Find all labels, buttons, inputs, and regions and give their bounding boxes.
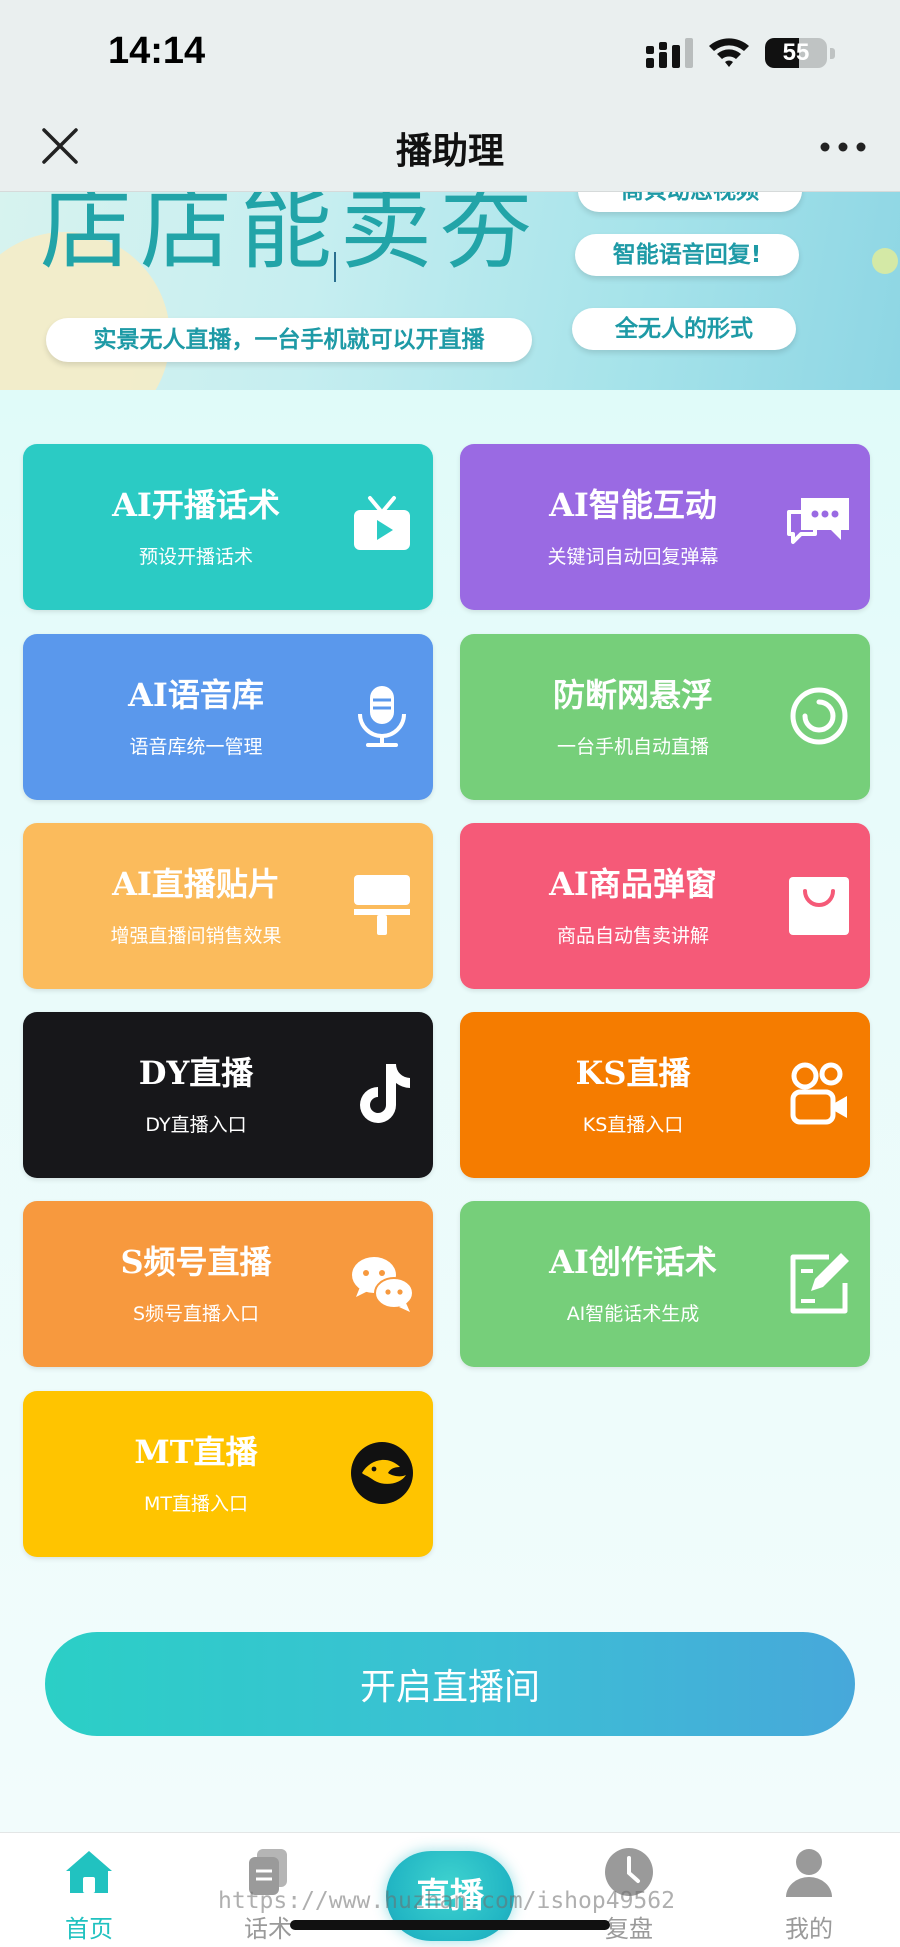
tile-anti-disconnect-float[interactable]: 防断网悬浮 一台手机自动直播 [460,634,870,800]
ring-icon [785,682,853,750]
chat-bubbles-icon [785,492,853,560]
meituan-icon [348,1439,416,1507]
tile-dy-live[interactable]: DY直播 DY直播入口 [23,1012,433,1178]
microphone-icon [348,682,416,750]
edit-note-icon [785,1249,853,1317]
home-icon [66,1851,112,1893]
tv-icon [348,492,416,560]
battery-percent: 55 [782,39,810,66]
tile-subtitle: 增强直播间销售效果 [110,925,282,947]
nav-bar: 播助理 [0,100,900,192]
wechat-icon [348,1249,416,1317]
tile-title: AI商品弹窗 [549,865,717,903]
status-bar: 14:14 55 [0,0,900,100]
shopping-bag-icon [785,871,853,939]
tile-ai-product-popup[interactable]: AI商品弹窗 商品自动售卖讲解 [460,823,870,989]
paint-roller-icon [348,871,416,939]
tile-subtitle: 语音库统一管理 [129,736,263,758]
tab-label: 首页 [65,1915,113,1943]
battery-icon: 55 [765,38,827,68]
tile-subtitle: 关键词自动回复弹幕 [547,546,719,568]
douyin-icon [348,1060,416,1128]
tile-subtitle: KS直播入口 [582,1114,684,1136]
banner-headline: 店店能卖夯 [40,192,541,282]
tab-home[interactable]: 首页 [24,1845,154,1945]
page-title: 播助理 [395,131,504,172]
tab-mine[interactable]: 我的 [744,1845,874,1945]
tile-ai-voice-library[interactable]: AI语音库 语音库统一管理 [23,634,433,800]
tile-ks-live[interactable]: KS直播 KS直播入口 [460,1012,870,1178]
user-icon [786,1849,832,1897]
tile-title: MT直播 [134,1433,258,1471]
start-live-room-button[interactable]: 开启直播间 [45,1632,855,1736]
tile-title: 防断网悬浮 [552,676,713,714]
tile-title: DY直播 [138,1054,254,1092]
tile-ai-script-writing[interactable]: AI创作话术 AI智能话术生成 [460,1201,870,1367]
home-indicator[interactable] [290,1920,610,1930]
tile-s-channel-live[interactable]: S频号直播 S频号直播入口 [23,1201,433,1367]
cellular-signal-icon [646,38,693,68]
tile-subtitle: 一台手机自动直播 [556,736,709,758]
tile-title: AI创作话术 [549,1243,717,1281]
tile-title: KS直播 [575,1054,691,1092]
banner-slogan: 实景无人直播，一台手机就可以开直播 [46,318,532,362]
banner-pill: 商貝动态视频 [578,192,802,212]
banner-pill: 全无人的形式 [572,308,796,350]
tile-title: AI开播话术 [112,486,280,524]
banner-pill: 智能语音回复! [575,234,799,276]
battery-tip [830,48,835,59]
tile-title: S频号直播 [120,1243,272,1281]
tab-label: 我的 [785,1915,833,1943]
tile-subtitle: 商品自动售卖讲解 [556,925,709,947]
tile-ai-interaction[interactable]: AI智能互动 关键词自动回复弹幕 [460,444,870,610]
tile-title: AI直播贴片 [112,865,280,903]
more-icon[interactable] [816,130,870,164]
kuaishou-icon [785,1060,853,1128]
tile-ai-live-sticker[interactable]: AI直播贴片 增强直播间销售效果 [23,823,433,989]
tile-subtitle: S频号直播入口 [132,1303,260,1325]
watermark-text: https://www.huzhan.com/ishop49562 [218,1888,675,1914]
wifi-icon [709,38,749,67]
tile-subtitle: MT直播入口 [144,1493,248,1515]
banner-decoration-dot [872,248,898,274]
tile-ai-opening-script[interactable]: AI开播话术 预设开播话术 [23,444,433,610]
status-time: 14:14 [108,30,206,72]
tile-subtitle: DY直播入口 [145,1114,247,1136]
tile-subtitle: 预设开播话术 [138,546,253,568]
promo-banner[interactable]: 店店能卖夯 实景无人直播，一台手机就可以开直播 商貝动态视频 智能语音回复! 全… [0,192,900,390]
tile-title: AI语音库 [128,676,264,714]
banner-divider [334,252,336,282]
tile-title: AI智能互动 [549,486,717,524]
tile-mt-live[interactable]: MT直播 MT直播入口 [23,1391,433,1557]
tile-subtitle: AI智能话术生成 [566,1303,700,1325]
